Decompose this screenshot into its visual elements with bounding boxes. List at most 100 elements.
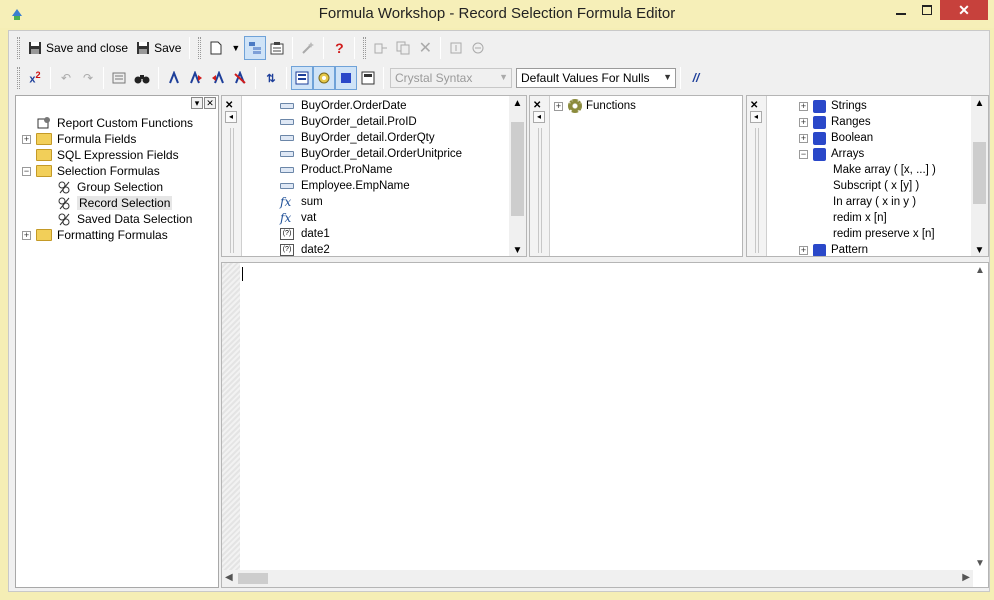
operator-item[interactable]: Subscript ( x [y] ) <box>833 178 919 194</box>
expand-icon[interactable]: + <box>22 230 31 240</box>
browse-field-data-button[interactable] <box>108 66 130 90</box>
expand-icon[interactable]: + <box>799 117 808 127</box>
scroll-down-icon[interactable]: ▼ <box>509 245 526 256</box>
scroll-right-icon[interactable]: ▶ <box>962 572 970 583</box>
scrollbar-thumb[interactable] <box>238 573 268 584</box>
scroll-up-icon[interactable]: ▲ <box>509 98 526 109</box>
expand-icon[interactable]: + <box>799 245 808 255</box>
list-item[interactable]: BuyOrder_detail.ProID <box>280 114 417 130</box>
expand-icon[interactable]: + <box>22 134 31 144</box>
minimize-button[interactable] <box>888 0 914 20</box>
toggle-properties-button[interactable] <box>266 36 288 60</box>
previous-bookmark-button[interactable] <box>207 66 229 90</box>
list-item[interactable]: fx sum <box>280 194 323 210</box>
tree-item-report-custom-functions[interactable]: Report Custom Functions <box>36 115 193 131</box>
toggle-tree-button[interactable] <box>244 36 267 60</box>
toolbar-grip[interactable] <box>17 67 20 89</box>
tree-dropdown-button[interactable]: ▾ <box>191 97 203 109</box>
toolbar-grip[interactable] <box>17 37 20 59</box>
toolbar-grip[interactable] <box>363 37 367 59</box>
rename-button[interactable] <box>370 36 392 60</box>
redo-button[interactable]: ↷ <box>77 66 99 90</box>
pane-grip[interactable] <box>755 128 759 253</box>
nulls-select[interactable]: Default Values For Nulls ▼ <box>516 68 676 88</box>
collapse-icon[interactable]: − <box>22 166 31 176</box>
new-button[interactable] <box>205 36 227 60</box>
scroll-up-icon[interactable]: ▲ <box>975 265 985 276</box>
save-button[interactable]: Save <box>132 36 185 60</box>
scroll-down-icon[interactable]: ▼ <box>975 558 985 569</box>
operator-item[interactable]: redim x [n] <box>833 210 887 226</box>
comment-button[interactable]: // <box>685 66 707 90</box>
tree-item-record-selection[interactable]: Record Selection <box>56 195 173 211</box>
toggle-function-tree-button[interactable] <box>313 66 335 90</box>
expand-icon[interactable]: + <box>554 101 563 111</box>
collapse-pane-button[interactable]: ◂ <box>750 111 762 123</box>
close-icon[interactable]: ✕ <box>225 100 233 111</box>
operator-item[interactable]: Make array ( [x, ...] ) <box>833 162 936 178</box>
operator-group[interactable]: + Ranges <box>799 114 871 130</box>
scroll-down-icon[interactable]: ▼ <box>971 245 988 256</box>
tree-item-sql-expression-fields[interactable]: SQL Expression Fields <box>36 147 179 163</box>
expand-icon[interactable]: + <box>799 133 808 143</box>
list-item[interactable]: BuyOrder_detail.OrderQty <box>280 130 435 146</box>
sort-trees-button[interactable]: ⇅ <box>260 66 282 90</box>
list-item[interactable]: (?) date2 <box>280 242 330 256</box>
scroll-up-icon[interactable]: ▲ <box>971 98 988 109</box>
expand-icon[interactable]: + <box>799 101 808 111</box>
list-item-functions[interactable]: + Functions <box>554 98 636 114</box>
pane-grip[interactable] <box>230 128 234 253</box>
operators-scrollbar[interactable]: ▲ ▼ <box>971 96 988 256</box>
find-replace-button[interactable] <box>130 66 154 90</box>
fields-scrollbar[interactable]: ▲ ▼ <box>509 96 526 256</box>
operator-item[interactable]: redim preserve x [n] <box>833 226 935 242</box>
tree-item-saved-data-selection[interactable]: Saved Data Selection <box>56 211 192 227</box>
close-button[interactable]: ✕ <box>940 0 988 20</box>
operator-group[interactable]: + Boolean <box>799 130 873 146</box>
expand-button[interactable] <box>445 36 467 60</box>
editor-vertical-scrollbar[interactable]: ▲ ▼ <box>971 263 988 571</box>
collapse-pane-button[interactable]: ◂ <box>225 111 237 123</box>
tree-item-group-selection[interactable]: Group Selection <box>56 179 163 195</box>
save-and-close-button[interactable]: Save and close <box>24 36 132 60</box>
clear-bookmarks-button[interactable] <box>229 66 251 90</box>
new-dropdown-button[interactable]: ▼ <box>227 36 244 60</box>
collapse-pane-button[interactable]: ◂ <box>533 111 545 123</box>
syntax-select[interactable]: Crystal Syntax ▼ <box>390 68 512 88</box>
list-item[interactable]: (?) date1 <box>280 226 330 242</box>
undo-button[interactable]: ↶ <box>55 66 77 90</box>
scrollbar-thumb[interactable] <box>511 122 524 216</box>
show-dependencies-button[interactable] <box>467 36 489 60</box>
scroll-left-icon[interactable]: ◀ <box>225 572 233 583</box>
operator-group[interactable]: + Strings <box>799 98 867 114</box>
tree-item-formula-fields[interactable]: + Formula Fields <box>22 131 136 147</box>
help-button[interactable]: ? <box>328 36 350 60</box>
formula-text-editor[interactable]: ▲ ▼ ◀ ▶ <box>221 262 989 588</box>
operator-item[interactable]: In array ( x in y ) <box>833 194 916 210</box>
toolbar-grip[interactable] <box>198 37 202 59</box>
copy-button[interactable] <box>392 36 414 60</box>
use-expert-button[interactable] <box>297 36 319 60</box>
toggle-field-tree-button[interactable] <box>291 66 313 90</box>
operator-group[interactable]: + Pattern <box>799 242 868 256</box>
tree-close-button[interactable]: ✕ <box>204 97 216 109</box>
next-bookmark-button[interactable] <box>185 66 207 90</box>
list-item[interactable]: BuyOrder.OrderDate <box>280 98 406 114</box>
pane-grip[interactable] <box>538 128 542 253</box>
list-item[interactable]: fx vat <box>280 210 316 226</box>
show-formula-tree-button[interactable] <box>357 66 379 90</box>
scrollbar-thumb[interactable] <box>973 142 986 204</box>
list-item[interactable]: BuyOrder_detail.OrderUnitprice <box>280 146 462 162</box>
toggle-bookmark-button[interactable] <box>163 66 185 90</box>
tree-item-formatting-formulas[interactable]: + Formatting Formulas <box>22 227 168 243</box>
list-item[interactable]: Employee.EmpName <box>280 178 410 194</box>
check-formula-button[interactable]: x2 <box>24 66 46 90</box>
collapse-icon[interactable]: − <box>799 149 808 159</box>
maximize-button[interactable] <box>914 0 940 20</box>
list-item[interactable]: Product.ProName <box>280 162 392 178</box>
toggle-operator-tree-button[interactable] <box>335 66 357 90</box>
delete-button[interactable]: ✕ <box>414 36 436 60</box>
close-icon[interactable]: ✕ <box>750 100 758 111</box>
operator-group[interactable]: − Arrays <box>799 146 864 162</box>
editor-horizontal-scrollbar[interactable]: ◀ ▶ <box>222 570 973 587</box>
